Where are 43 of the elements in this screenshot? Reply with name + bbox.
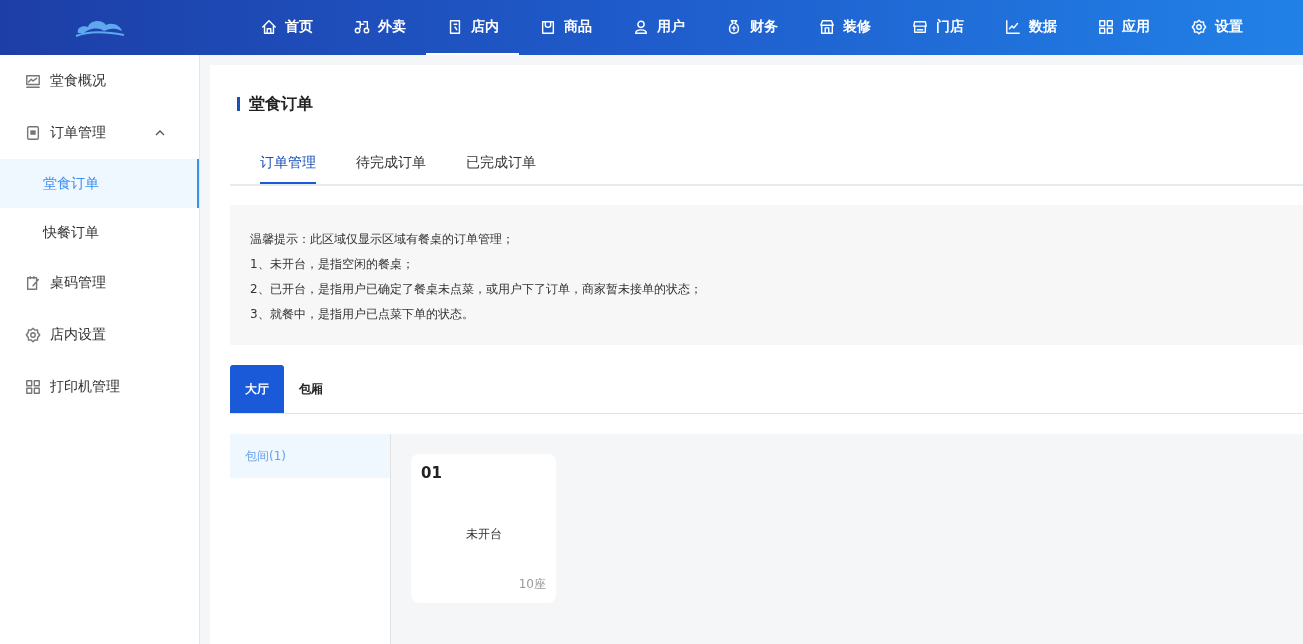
home-icon	[260, 18, 277, 35]
grid-icon	[25, 379, 41, 395]
nav-link[interactable]: 商品	[519, 0, 612, 55]
nav-link[interactable]: 装修	[798, 0, 891, 55]
document-icon	[25, 125, 41, 141]
shop-icon	[911, 18, 928, 35]
seat-count: 10座	[518, 576, 546, 593]
nav-link[interactable]: 设置	[1170, 0, 1263, 55]
notice-text: 3、就餐中，是指用户已点菜下单的状态。	[250, 306, 475, 323]
scooter-icon	[353, 18, 370, 35]
sidebar-item[interactable]: 店内设置	[0, 309, 199, 361]
nav-link[interactable]: 外卖	[333, 0, 426, 55]
nav-link[interactable]: 用户	[612, 0, 705, 55]
notice-text: 温馨提示：此区域仅显示区域有餐桌的订单管理；	[250, 231, 515, 248]
notice-text: 2、已开台，是指用户已确定了餐桌未点菜，或用户下了订单，商家暂未接单的状态；	[250, 281, 703, 298]
nav-link[interactable]: 应用	[1077, 0, 1170, 55]
storefront-icon	[818, 18, 835, 35]
table-card[interactable]: 01 未开台 10座	[411, 454, 556, 603]
nav-link[interactable]: 财务	[705, 0, 798, 55]
nav-link[interactable]: 首页	[240, 0, 333, 55]
page-title: 堂食订单	[249, 93, 313, 115]
bag-icon	[539, 18, 556, 35]
tab[interactable]: 待完成订单	[356, 143, 426, 184]
area-tab[interactable]: 大厅	[230, 365, 284, 413]
sidebar-item[interactable]: 堂食概况	[0, 55, 199, 107]
notice-text: 1、未开台，是指空闲的餐桌；	[250, 256, 415, 273]
settings-icon	[25, 327, 41, 343]
sidebar-item[interactable]: 桌码管理	[0, 257, 199, 309]
monitor-chart-icon	[25, 73, 41, 89]
table-number: 01	[421, 464, 442, 482]
table-status: 未开台	[464, 526, 503, 543]
nav-link[interactable]: 数据	[984, 0, 1077, 55]
grid-icon	[1097, 18, 1114, 35]
chart-icon	[1004, 18, 1021, 35]
settings-icon	[1190, 18, 1207, 35]
tab[interactable]: 已完成订单	[466, 143, 536, 184]
tab[interactable]: 订单管理	[260, 143, 316, 184]
user-icon	[632, 18, 649, 35]
edit-note-icon	[25, 275, 41, 291]
nav-link[interactable]: 门店	[891, 0, 984, 55]
sidebar-item[interactable]: 订单管理	[0, 107, 199, 159]
sidebar-item[interactable]: 快餐订单	[0, 208, 199, 257]
sidebar-item[interactable]: 打印机管理	[0, 361, 199, 413]
